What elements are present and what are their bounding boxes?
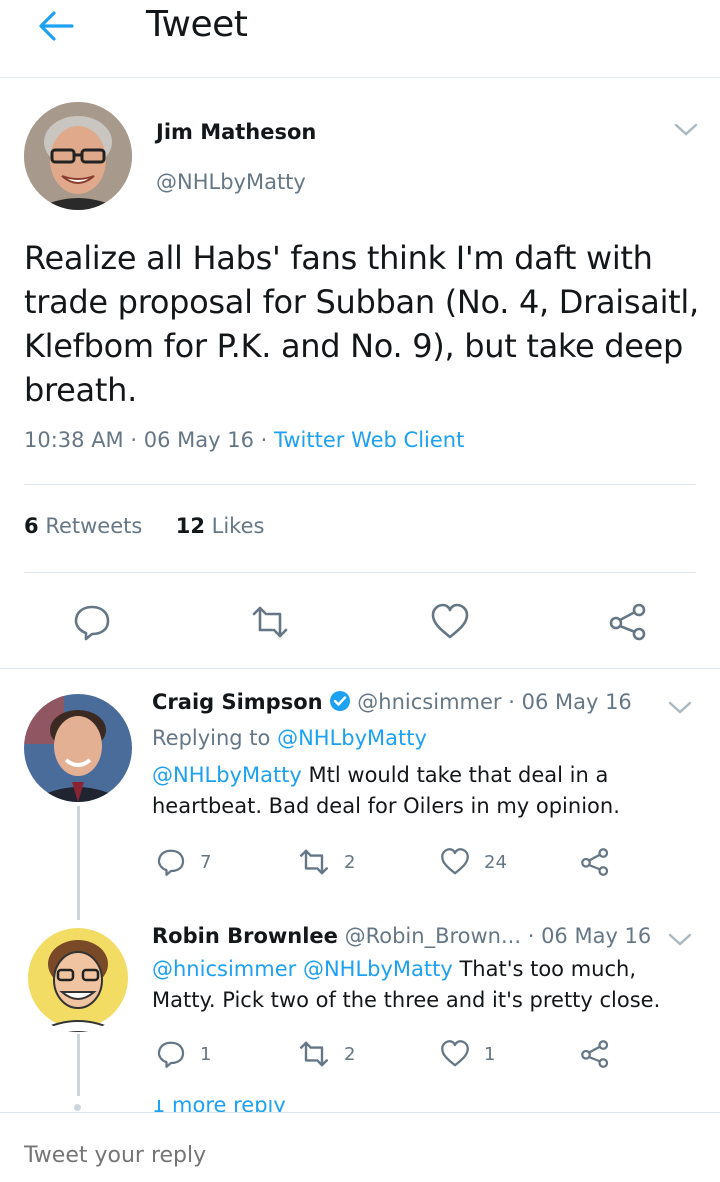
reply-button[interactable]: 1 — [156, 1038, 211, 1070]
reply-handle[interactable]: @hnicsimmer — [357, 690, 501, 714]
heart-icon — [441, 848, 469, 875]
heart-icon — [441, 1040, 469, 1067]
share-icon[interactable] — [608, 602, 648, 642]
retweet-count: 2 — [344, 1043, 356, 1065]
reply-button[interactable]: 7 — [156, 846, 211, 878]
chevron-down-icon[interactable] — [668, 930, 692, 950]
like-button[interactable]: 1 — [440, 1038, 495, 1070]
reply-composer — [0, 1112, 720, 1182]
retweet-icon — [300, 849, 328, 875]
tweet-text: Realize all Habs' fans think I'm daft wi… — [24, 239, 699, 409]
reply-input[interactable] — [24, 1143, 684, 1168]
reply-text: @NHLbyMatty Mtl would take that deal in … — [152, 760, 692, 822]
retweets-label: Retweets — [45, 514, 143, 538]
likes-link[interactable]: 12 Likes — [176, 514, 265, 538]
tweet-client-link[interactable]: Twitter Web Client — [274, 428, 464, 452]
thread-line — [77, 1034, 80, 1096]
like-count: 24 — [484, 851, 507, 873]
more-replies-link[interactable]: 1 more reply — [152, 1100, 286, 1112]
retweet-icon — [300, 1041, 328, 1067]
retweet-icon[interactable] — [250, 602, 290, 642]
retweet-button[interactable]: 2 — [298, 1038, 355, 1070]
reply-icon[interactable] — [72, 602, 112, 642]
reply-icon — [157, 1041, 185, 1068]
share-button[interactable] — [580, 846, 610, 878]
verified-badge-icon — [329, 690, 351, 717]
retweets-count: 6 — [24, 514, 39, 538]
replying-to: Replying to @NHLbyMatty — [152, 726, 427, 750]
tweet-time: 10:38 AM — [24, 428, 124, 452]
share-icon — [581, 848, 609, 876]
mention-link[interactable]: @hnicsimmer — [152, 957, 296, 981]
top-bar: Tweet — [0, 0, 720, 78]
share-button[interactable] — [580, 1038, 610, 1070]
retweet-count: 2 — [344, 851, 356, 873]
thread-line — [77, 806, 80, 920]
author-name[interactable]: Jim Matheson — [156, 120, 316, 144]
like-count: 1 — [484, 1043, 496, 1065]
share-icon — [581, 1040, 609, 1068]
mention-link[interactable]: @NHLbyMatty — [152, 763, 302, 787]
tweet-meta: 10:38 AM · 06 May 16 · Twitter Web Clien… — [24, 428, 464, 452]
reply-text: @hnicsimmer @NHLbyMatty That's too much,… — [152, 954, 692, 1016]
meta-separator: · — [130, 428, 138, 452]
tweet-date: 06 May 16 — [143, 428, 254, 452]
reply-author-name[interactable]: Robin Brownlee — [152, 924, 338, 948]
avatar[interactable] — [24, 924, 132, 1032]
tweet-stats: 6 Retweets 12 Likes — [24, 514, 264, 538]
page-title: Tweet — [146, 4, 248, 45]
retweets-link[interactable]: 6 Retweets — [24, 514, 142, 538]
avatar[interactable] — [24, 102, 132, 210]
author-handle[interactable]: @NHLbyMatty — [156, 170, 306, 194]
chevron-down-icon[interactable] — [668, 698, 692, 718]
mention-link[interactable]: @NHLbyMatty — [303, 957, 453, 981]
retweet-button[interactable]: 2 — [298, 846, 355, 878]
likes-label: Likes — [211, 514, 265, 538]
reply-header: Craig Simpson @hnicsimmer · 06 May 16 — [152, 690, 632, 717]
divider — [24, 484, 696, 485]
reply-count: 1 — [200, 1043, 212, 1065]
thread-dot — [74, 1104, 81, 1111]
heart-icon[interactable] — [430, 602, 470, 642]
replying-to-link[interactable]: @NHLbyMatty — [277, 726, 427, 750]
reply-header: Robin Brownlee @Robin_Brown... · 06 May … — [152, 924, 651, 948]
divider — [24, 572, 696, 573]
reply-date: · 06 May 16 — [527, 924, 652, 948]
chevron-down-icon[interactable] — [674, 120, 698, 140]
avatar[interactable] — [24, 694, 132, 802]
reply-icon — [157, 849, 185, 876]
reply-handle[interactable]: @Robin_Brown... — [345, 924, 521, 948]
like-button[interactable]: 24 — [440, 846, 507, 878]
reply-count: 7 — [200, 851, 212, 873]
section-divider — [0, 668, 720, 669]
back-arrow-icon[interactable] — [36, 8, 76, 44]
replying-prefix: Replying to — [152, 726, 271, 750]
reply-date: · 06 May 16 — [508, 690, 632, 714]
meta-separator: · — [260, 428, 268, 452]
likes-count: 12 — [175, 514, 205, 538]
reply-author-name[interactable]: Craig Simpson — [152, 690, 323, 714]
